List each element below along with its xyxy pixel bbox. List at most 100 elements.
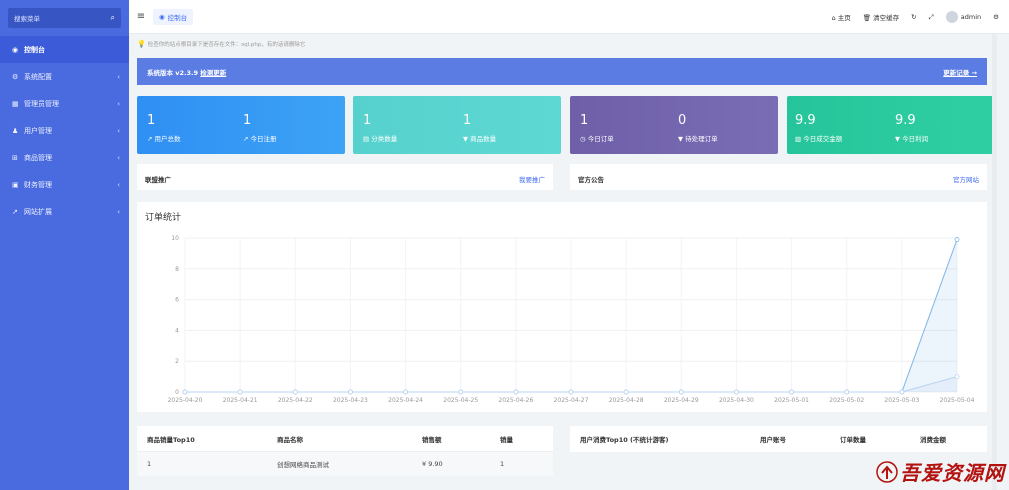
announce-panel: 官方公告 官方网站 bbox=[570, 164, 987, 190]
dashboard-icon: ◉ bbox=[12, 45, 19, 54]
stat-value: 1 bbox=[463, 113, 472, 128]
stat-users-total: 1 ↗ 用户总数 bbox=[147, 114, 181, 144]
home-icon: ⌂ bbox=[831, 14, 836, 22]
stat-users-today: 1 ↗ 今日注册 bbox=[243, 114, 277, 144]
external-icon: ↗ bbox=[12, 207, 18, 216]
stat-value: 0 bbox=[678, 113, 687, 128]
username: admin bbox=[960, 13, 982, 21]
sidebar-item-label: 控制台 bbox=[24, 45, 45, 54]
y-tick-label: 8 bbox=[175, 266, 179, 273]
sidebar-item-4[interactable]: ⊞ 商品管理 ‹ bbox=[0, 144, 129, 171]
dashboard-icon: ◉ bbox=[159, 12, 165, 21]
stat-label: ◷ 今日订单 bbox=[580, 135, 614, 143]
filter-icon: ▼ bbox=[463, 135, 468, 143]
stat-card-goods: 1 ▤ 分类数量 1 ▼ 商品数量 bbox=[353, 96, 561, 154]
x-tick-label: 2025-04-30 bbox=[719, 397, 754, 404]
x-tick-label: 2025-04-20 bbox=[168, 397, 203, 404]
x-tick-label: 2025-04-24 bbox=[388, 397, 423, 404]
stat-category-count: 1 ▤ 分类数量 bbox=[363, 114, 397, 144]
chevron-left-icon: ‹ bbox=[117, 207, 120, 216]
watermark-logo: 吾爱资源网 bbox=[876, 457, 1005, 486]
stat-card-orders: 1 ◷ 今日订单 0 ▼ 待处理订单 bbox=[570, 96, 778, 154]
update-history-link[interactable]: 更新记录 → bbox=[943, 67, 977, 77]
official-site-link[interactable]: 官方网站 bbox=[953, 174, 979, 184]
y-tick-label: 10 bbox=[171, 235, 179, 242]
user-icon: ↗ bbox=[147, 135, 153, 143]
table-header-cell: 商品销量Top10 bbox=[147, 435, 195, 444]
clear-cache-button[interactable]: 🗑 清空缓存 bbox=[863, 12, 899, 22]
menu-toggle-icon[interactable]: ≡ bbox=[129, 11, 153, 22]
table-header-cell: 销售额 bbox=[422, 435, 442, 444]
stat-profit-today: 9.9 ▼ 今日利润 bbox=[895, 114, 929, 144]
promo-link[interactable]: 我要推广 bbox=[519, 174, 545, 184]
tab-dashboard[interactable]: ◉ 控制台 bbox=[153, 8, 194, 25]
stat-orders-pending: 0 ▼ 待处理订单 bbox=[678, 113, 718, 144]
chevron-left-icon: ‹ bbox=[117, 180, 120, 189]
sidebar-item-1[interactable]: ⚙ 系统配置 ‹ bbox=[0, 63, 129, 90]
tab-dashboard-label: 控制台 bbox=[167, 13, 188, 22]
x-tick-label: 2025-05-01 bbox=[774, 397, 809, 404]
y-tick-label: 6 bbox=[175, 297, 179, 304]
fullscreen-icon[interactable]: ⤢ bbox=[929, 13, 934, 22]
user-menu[interactable]: admin bbox=[945, 11, 982, 23]
sidebar-search-row: 搜索菜单 ⌕ bbox=[0, 0, 129, 36]
stat-label: ↗ 今日注册 bbox=[243, 135, 277, 143]
refresh-icon[interactable]: ↻ bbox=[911, 13, 916, 21]
stat-label: ▼ 今日利润 bbox=[895, 135, 929, 143]
home-link[interactable]: ⌂ 主页 bbox=[832, 12, 851, 22]
clock-icon: ◷ bbox=[580, 135, 586, 143]
finance-icon: ▣ bbox=[12, 180, 19, 189]
data-point bbox=[623, 389, 629, 395]
filter-icon: ▼ bbox=[678, 135, 683, 143]
table-header-cell: 商品名称 bbox=[277, 435, 303, 444]
scrollbar[interactable] bbox=[992, 34, 997, 490]
table-cell: 1 bbox=[147, 460, 152, 468]
stat-card-revenue: 9.9 ▨ 今日成交金额 9.9 ▼ 今日利润 bbox=[787, 96, 995, 154]
gear-icon[interactable]: ⚙ bbox=[993, 13, 999, 21]
order-stats-panel: 0 2 4 6 8 10 2025-04-20 2025-04-21 2025-04-22 202… bbox=[137, 202, 987, 412]
stat-orders-today: 1 ◷ 今日订单 bbox=[580, 113, 614, 144]
sidebar-item-3[interactable]: ♟ 用户管理 ‹ bbox=[0, 117, 129, 144]
table-cell: 创想网络商品测试 bbox=[277, 461, 329, 469]
avatar bbox=[945, 11, 958, 23]
table-header-cell: 销量 bbox=[500, 435, 513, 444]
topbar: ≡ ◉ 控制台 ⌂ 主页 🗑 清空缓存 ↻ ⤢ admin ⚙ bbox=[129, 0, 1009, 34]
sidebar-search-placeholder: 搜索菜单 bbox=[14, 15, 40, 23]
sidebar-search-input[interactable]: 搜索菜单 ⌕ bbox=[8, 8, 121, 28]
version-info: 系统版本 v2.3.9 检测更新 bbox=[147, 67, 226, 77]
clear-cache-label: 清空缓存 bbox=[873, 14, 900, 22]
stat-card-users: 1 ↗ 用户总数 1 ↗ 今日注册 bbox=[137, 96, 345, 154]
version-text: 系统版本 v2.3.9 bbox=[147, 68, 199, 77]
sidebar-item-2[interactable]: ▦ 管理员管理 ‹ bbox=[0, 90, 129, 117]
data-point bbox=[678, 389, 684, 395]
user-icon: ↗ bbox=[243, 135, 249, 143]
sidebar-item-label: 用户管理 bbox=[24, 126, 52, 135]
watermark-text: 吾爱资源网 bbox=[900, 461, 1005, 485]
data-point bbox=[237, 389, 243, 395]
check-update-link[interactable]: 检测更新 bbox=[200, 69, 226, 77]
promo-title: 联盟推广 bbox=[145, 176, 171, 184]
chevron-left-icon: ‹ bbox=[117, 153, 120, 162]
stat-value: 9.9 bbox=[795, 113, 816, 128]
sidebar-item-label: 系统配置 bbox=[24, 72, 52, 81]
list-icon: ▤ bbox=[363, 135, 370, 143]
sidebar-item-5[interactable]: ▣ 财务管理 ‹ bbox=[0, 171, 129, 198]
order-stats-chart: 0 2 4 6 8 10 2025-04-20 2025-04-21 2025-04-22 202… bbox=[168, 235, 975, 404]
data-point bbox=[568, 389, 574, 395]
x-tick-label: 2025-05-04 bbox=[940, 397, 975, 404]
search-icon[interactable]: ⌕ bbox=[111, 13, 115, 23]
stat-label: ▼ 待处理订单 bbox=[678, 135, 718, 143]
data-point bbox=[954, 374, 960, 380]
announce-title: 官方公告 bbox=[578, 176, 604, 184]
main-content: 💡 检查你的站点根目录下是否存在文件：sql.php，有的话请删除它 系统版本 v… bbox=[129, 34, 1009, 490]
sidebar-item-0[interactable]: ◉ 控制台 bbox=[0, 36, 129, 63]
sidebar-item-6[interactable]: ↗ 网站扩展 ‹ bbox=[0, 198, 129, 225]
data-point bbox=[513, 389, 519, 395]
settings-icon: ⚙ bbox=[12, 72, 19, 81]
data-point bbox=[899, 389, 905, 395]
stat-value: 1 bbox=[580, 113, 589, 128]
x-tick-label: 2025-04-22 bbox=[278, 397, 313, 404]
stat-label: ▼ 商品数量 bbox=[463, 135, 497, 143]
home-label: 主页 bbox=[837, 14, 851, 22]
stat-revenue-today: 9.9 ▨ 今日成交金额 bbox=[795, 113, 842, 144]
